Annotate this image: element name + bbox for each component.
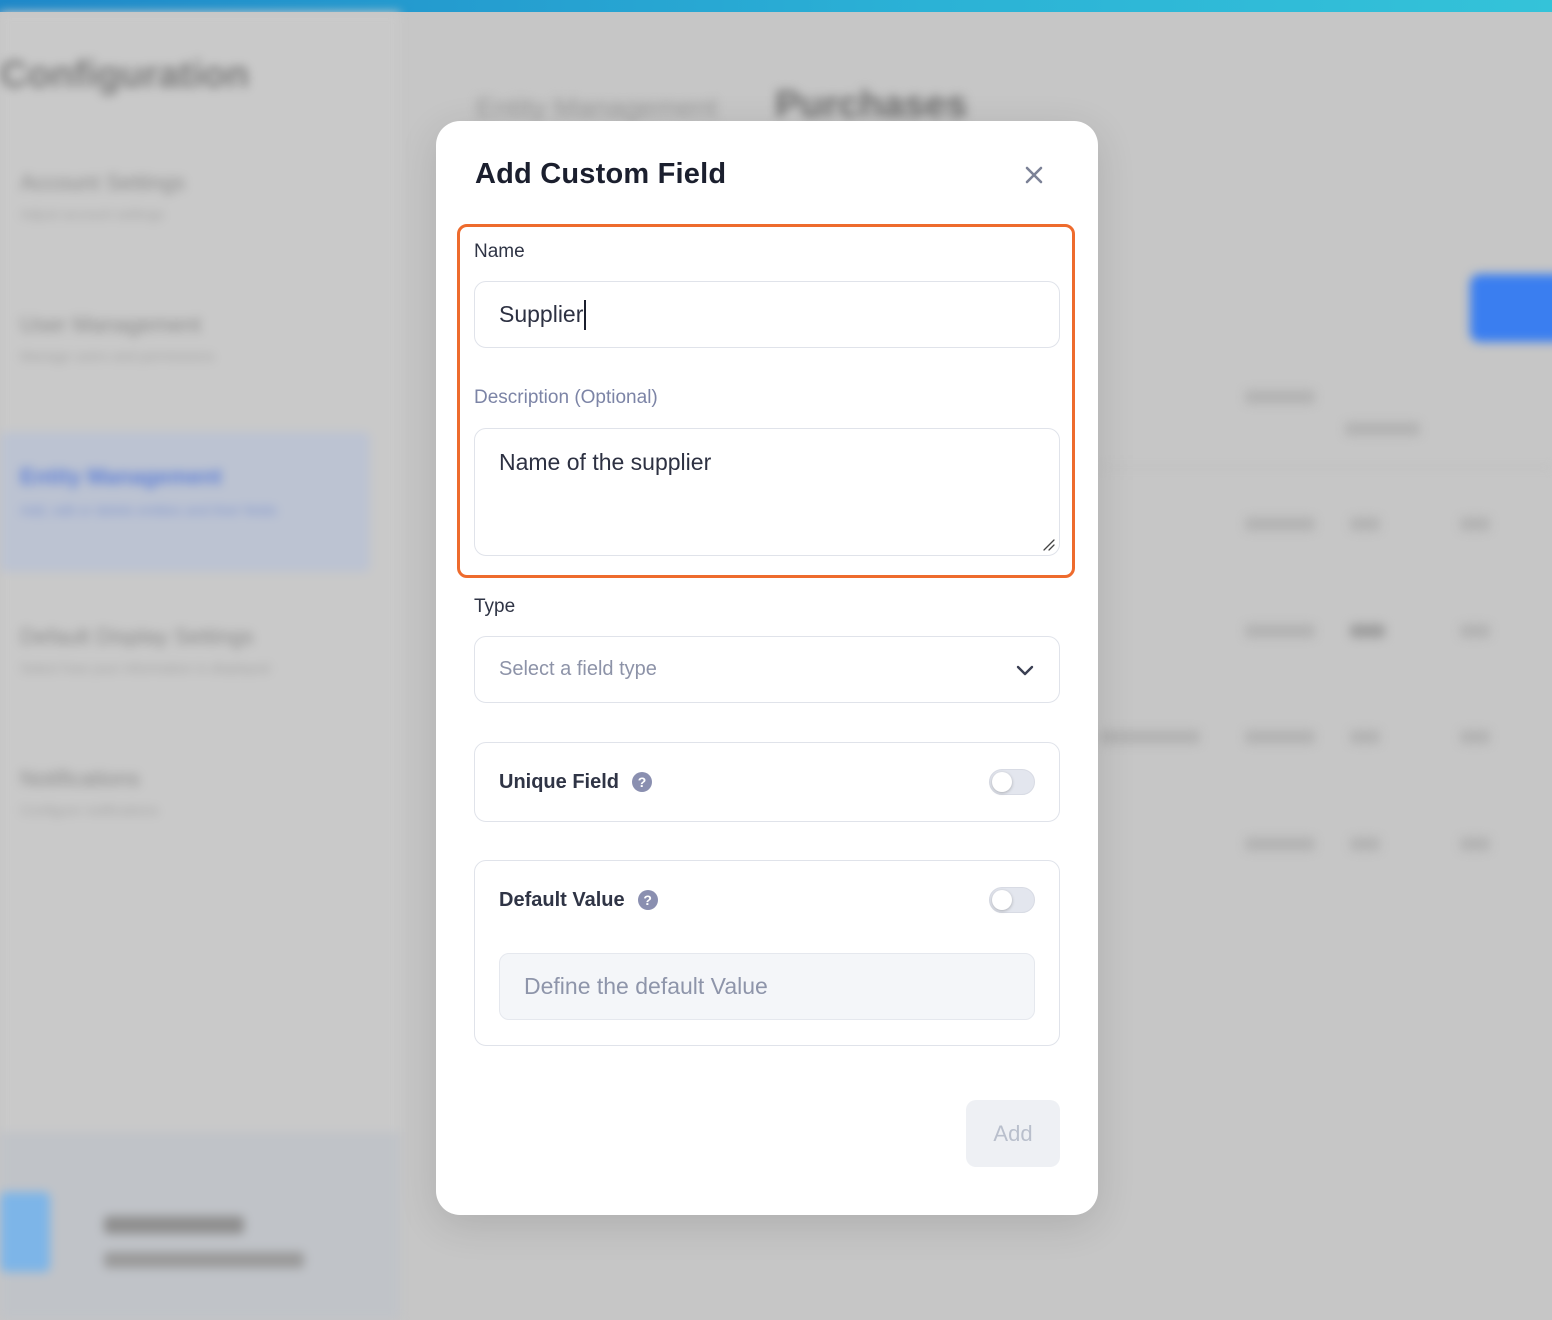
description-textarea[interactable]: Name of the supplier bbox=[474, 428, 1060, 556]
name-input-value: Supplier bbox=[499, 301, 584, 327]
bg-logo bbox=[0, 1192, 50, 1272]
unique-field-card: Unique Field ? bbox=[474, 742, 1060, 822]
bg-table-cell bbox=[1245, 730, 1315, 744]
bg-table-header bbox=[1345, 422, 1420, 436]
bg-table-cell bbox=[1460, 517, 1490, 531]
bg-table-cell bbox=[1245, 624, 1315, 638]
chevron-down-icon bbox=[1016, 665, 1034, 675]
unique-field-label: Unique Field bbox=[499, 770, 619, 793]
add-custom-field-modal: Add Custom Field Name Supplier Descripti… bbox=[436, 121, 1098, 1215]
bg-nav-subtitle: Select how your information is displayed bbox=[20, 660, 270, 676]
modal-title: Add Custom Field bbox=[475, 158, 727, 190]
unique-field-toggle[interactable] bbox=[989, 769, 1035, 795]
bg-table-cell bbox=[1350, 730, 1380, 744]
bg-table-divider bbox=[1100, 467, 1552, 468]
bg-breadcrumb-parent: Entity Management bbox=[476, 92, 718, 123]
bg-nav-title: User Management bbox=[20, 312, 201, 337]
bg-table-cell bbox=[1245, 837, 1315, 851]
resize-grip-icon[interactable] bbox=[1041, 537, 1055, 551]
bg-nav-subtitle: Manage users and permissions bbox=[20, 348, 215, 364]
bg-table-cell bbox=[1460, 730, 1490, 744]
top-accent-strip bbox=[0, 0, 1552, 12]
bg-table-cell bbox=[1245, 517, 1315, 531]
close-icon bbox=[1025, 166, 1043, 184]
bg-nav-subtitle: Configure notifications bbox=[20, 802, 159, 818]
bg-nav-subtitle: Adjust account settings bbox=[20, 206, 164, 222]
default-value-label: Default Value bbox=[499, 888, 625, 911]
default-value-toggle[interactable] bbox=[989, 887, 1035, 913]
bg-nav-item: User Management Manage users and permiss… bbox=[20, 312, 340, 364]
bg-add-button bbox=[1470, 274, 1552, 342]
bg-table-cell bbox=[1460, 624, 1490, 638]
page: Configuration Account Settings Adjust ac… bbox=[0, 0, 1552, 1320]
toggle-knob bbox=[992, 890, 1012, 910]
bg-user-email bbox=[104, 1252, 304, 1268]
bg-user-panel bbox=[0, 1132, 400, 1320]
bg-sidebar-title: Configuration bbox=[0, 54, 250, 96]
unique-field-label-group: Unique Field ? bbox=[499, 771, 652, 794]
bg-nav-subtitle: Add, edit or delete entities and their f… bbox=[20, 502, 277, 518]
bg-nav-title: Default Display Settings bbox=[20, 624, 254, 649]
bg-user-name bbox=[104, 1216, 244, 1234]
close-button[interactable] bbox=[1020, 161, 1048, 189]
default-value-placeholder: Define the default Value bbox=[524, 973, 768, 999]
bg-nav-title: Entity Management bbox=[20, 464, 222, 489]
text-caret bbox=[584, 299, 587, 330]
bg-nav-item: Account Settings Adjust account settings bbox=[20, 170, 340, 222]
description-value: Name of the supplier bbox=[499, 449, 712, 475]
bg-nav-item-active: Entity Management Add, edit or delete en… bbox=[0, 432, 370, 572]
bg-breadcrumb-current: Purchases bbox=[775, 84, 968, 126]
name-input[interactable]: Supplier bbox=[474, 281, 1060, 348]
bg-sidebar: Configuration Account Settings Adjust ac… bbox=[0, 12, 400, 1320]
default-value-input[interactable]: Define the default Value bbox=[499, 953, 1035, 1020]
bg-nav-item: Notifications Configure notifications bbox=[20, 766, 340, 818]
bg-table-header bbox=[1245, 390, 1315, 404]
bg-nav-item: Default Display Settings Select how your… bbox=[20, 624, 340, 676]
default-value-card: Default Value ? Define the default Value bbox=[474, 860, 1060, 1046]
description-label: Description (Optional) bbox=[474, 387, 658, 408]
field-type-select[interactable]: Select a field type bbox=[474, 636, 1060, 703]
toggle-knob bbox=[992, 772, 1012, 792]
bg-nav-title: Notifications bbox=[20, 766, 140, 791]
bg-table-cell bbox=[1350, 517, 1380, 531]
add-button[interactable]: Add bbox=[966, 1100, 1060, 1167]
field-type-placeholder: Select a field type bbox=[499, 658, 657, 680]
bg-table-cell bbox=[1100, 730, 1200, 744]
bg-table-cell bbox=[1350, 624, 1385, 638]
name-label: Name bbox=[474, 241, 525, 262]
default-value-label-group: Default Value ? bbox=[499, 889, 658, 912]
bg-table-cell bbox=[1460, 837, 1490, 851]
help-icon[interactable]: ? bbox=[632, 772, 652, 792]
help-icon[interactable]: ? bbox=[637, 890, 658, 910]
bg-table-cell bbox=[1350, 837, 1380, 851]
type-label: Type bbox=[474, 596, 516, 617]
bg-nav-title: Account Settings bbox=[20, 170, 186, 195]
